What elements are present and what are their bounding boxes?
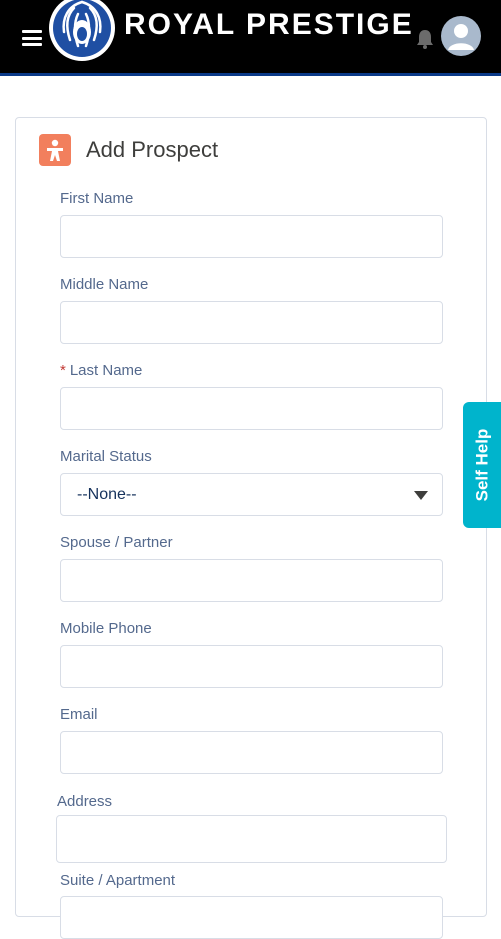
person-icon xyxy=(39,134,71,166)
marital-status-value: --None-- xyxy=(77,485,137,503)
brand-name: ROYAL PRESTIGE xyxy=(124,8,414,41)
chevron-down-icon xyxy=(414,491,428,500)
self-help-button[interactable]: Self Help xyxy=(463,402,501,528)
last-name-label: * Last Name xyxy=(60,362,142,379)
menu-icon[interactable] xyxy=(22,30,42,46)
suite-apartment-input[interactable] xyxy=(60,896,443,939)
first-name-input[interactable] xyxy=(60,215,443,258)
page-title: Add Prospect xyxy=(86,137,219,162)
spouse-partner-label: Spouse / Partner xyxy=(60,534,173,551)
suite-apartment-label: Suite / Apartment xyxy=(60,872,176,889)
user-avatar[interactable] xyxy=(441,16,481,56)
last-name-input[interactable] xyxy=(60,387,443,430)
last-name-label-text: Last Name xyxy=(69,362,143,379)
first-name-label: First Name xyxy=(60,190,134,207)
marital-status-select[interactable]: --None-- xyxy=(60,473,443,516)
email-input[interactable] xyxy=(60,731,443,774)
mobile-phone-input[interactable] xyxy=(60,645,443,688)
add-prospect-card: Add Prospect First Name Middle Name * Las… xyxy=(15,117,487,939)
bell-icon[interactable] xyxy=(414,28,436,50)
top-navigation-bar: ROYAL PRESTIGE xyxy=(0,0,501,76)
marital-status-label: Marital Status xyxy=(60,448,152,465)
address-label: Address xyxy=(57,793,113,810)
middle-name-input[interactable] xyxy=(60,301,443,344)
address-input[interactable] xyxy=(56,815,447,863)
email-label: Email xyxy=(60,706,98,723)
middle-name-label: Middle Name xyxy=(60,276,149,293)
lion-logo-icon[interactable] xyxy=(48,0,116,62)
spouse-partner-input[interactable] xyxy=(60,559,443,602)
required-indicator: * xyxy=(60,362,66,379)
mobile-phone-label: Mobile Phone xyxy=(60,620,152,637)
self-help-label: Self Help xyxy=(472,428,491,502)
user-avatar-icon xyxy=(448,24,474,50)
